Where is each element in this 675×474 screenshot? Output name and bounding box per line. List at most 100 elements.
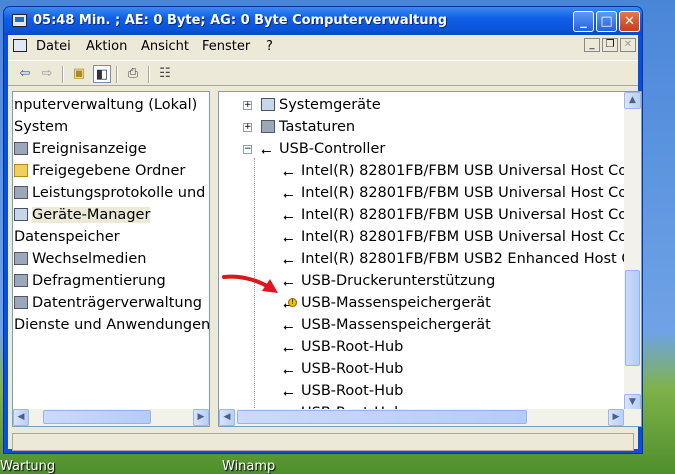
desktop-label-winamp[interactable]: Winamp <box>222 459 275 474</box>
device-item[interactable]: ⭠ Intel(R) 82801FB/FBM USB Universal Host… <box>283 226 633 248</box>
scroll-left-button[interactable]: ◀ <box>13 409 29 426</box>
close-button[interactable]: ✕ <box>619 11 640 32</box>
scroll-thumb[interactable] <box>625 270 640 366</box>
scroll-right-button[interactable]: ▶ <box>193 409 209 426</box>
computer-management-window: 05:48 Min. ; AE: 0 Byte; AG: 0 Byte Comp… <box>3 6 643 454</box>
properties-icon[interactable]: ☷ <box>156 65 174 83</box>
toolbar-separator <box>62 66 64 83</box>
tree-item-computer-management[interactable]: nputerverwaltung (Lokal) <box>14 94 197 116</box>
usb-warning-icon: ⭠! <box>283 295 299 313</box>
toolbar: ⇦ ⇨ ▣ ◧ ⎙ ☷ <box>8 60 638 86</box>
forward-icon[interactable]: ⇨ <box>38 65 56 83</box>
event-viewer-icon <box>14 142 28 155</box>
computer-management-icon <box>12 14 27 27</box>
tree-item-label: Freigegebene Ordner <box>32 163 186 179</box>
keyboard-icon <box>261 120 275 133</box>
device-label: USB-Root-Hub <box>301 361 404 377</box>
scroll-left-button[interactable]: ◀ <box>219 409 235 426</box>
device-label: Intel(R) 82801FB/FBM USB Universal Host … <box>301 185 634 201</box>
up-folder-icon[interactable]: ▣ <box>70 65 88 83</box>
right-horizontal-scrollbar[interactable]: ◀ ▶ <box>219 409 641 426</box>
maximize-button[interactable]: □ <box>596 11 617 32</box>
usb-icon: ⭠ <box>283 188 294 203</box>
toolbar-separator <box>148 66 150 83</box>
left-horizontal-scrollbar[interactable]: ◀ ▶ <box>13 409 209 426</box>
scroll-thumb[interactable] <box>43 410 151 424</box>
device-item[interactable]: ⭠ Intel(R) 82801FB/FBM USB Universal Host… <box>283 160 633 182</box>
device-item[interactable]: ⭠ USB-Root-Hub <box>283 380 403 402</box>
tree-item-event-viewer[interactable]: Ereignisanzeige <box>14 138 147 160</box>
window-body: Datei Aktion Ansicht Fenster ? _ ❐ ✕ ⇦ ⇨… <box>8 35 642 451</box>
device-item-warning[interactable]: ⭠!USB-Massenspeichergerät <box>283 292 491 314</box>
device-label: USB-Controller <box>279 141 386 157</box>
device-label: USB-Massenspeichergerät <box>301 295 491 311</box>
expand-button[interactable]: + <box>243 101 252 110</box>
defrag-icon <box>14 274 28 287</box>
tree-item-label: Geräte-Manager <box>32 207 151 223</box>
tree-item-system[interactable]: System <box>14 116 68 138</box>
disk-management-icon <box>14 296 28 309</box>
device-label: Intel(R) 82801FB/FBM USB2 Enhanced Host … <box>301 251 632 267</box>
menu-fenster[interactable]: Fenster <box>202 39 250 54</box>
tree-item-storage[interactable]: Datenspeicher <box>14 226 120 248</box>
device-category-usb-controller[interactable]: − ⭠ USB-Controller <box>243 138 385 160</box>
tree-item-device-manager[interactable]: Geräte-Manager <box>14 204 151 226</box>
device-item[interactable]: ⭠ Intel(R) 82801FB/FBM USB Universal Host… <box>283 182 633 204</box>
tree-item-performance-logs[interactable]: Leistungsprotokolle und W <box>14 182 209 204</box>
tree-item-shared-folders[interactable]: Freigegebene Ordner <box>14 160 185 182</box>
removable-media-icon <box>14 252 28 265</box>
device-item[interactable]: ⭠ USB-Massenspeichergerät <box>283 314 491 336</box>
scroll-thumb[interactable] <box>237 410 527 424</box>
details-pane[interactable]: + Systemgeräte + Tastaturen − ⭠ USB-Contr… <box>218 91 642 427</box>
console-tree-pane[interactable]: nputerverwaltung (Lokal) System Ereignis… <box>12 91 210 427</box>
mmc-icon[interactable] <box>13 39 27 52</box>
tree-item-disk-management[interactable]: Datenträgerverwaltung <box>14 292 202 314</box>
expand-button[interactable]: + <box>243 123 252 132</box>
device-label: Tastaturen <box>279 119 356 135</box>
device-manager-icon <box>14 208 28 221</box>
device-item[interactable]: ⭠ Intel(R) 82801FB/FBM USB Universal Host… <box>283 204 633 226</box>
device-item[interactable]: ⭠ USB-Druckerunterstützung <box>283 270 495 292</box>
mdi-restore-button[interactable]: ❐ <box>602 38 618 52</box>
device-label: USB-Root-Hub <box>301 383 404 399</box>
minimize-button[interactable]: _ <box>573 11 594 32</box>
print-icon[interactable]: ⎙ <box>124 65 142 83</box>
annotation-arrow <box>222 274 278 293</box>
device-category-tastaturen[interactable]: + Tastaturen <box>243 116 355 138</box>
tree-item-defrag[interactable]: Defragmentierung <box>14 270 166 292</box>
usb-icon: ⭠ <box>283 210 294 225</box>
mdi-minimize-button[interactable]: _ <box>584 38 600 52</box>
tree-item-services-apps[interactable]: Dienste und Anwendungen <box>14 314 210 336</box>
right-vertical-scrollbar[interactable]: ▲ ▼ <box>624 92 641 411</box>
back-icon[interactable]: ⇦ <box>16 65 34 83</box>
scroll-up-button[interactable]: ▲ <box>624 92 641 109</box>
title-bar[interactable]: 05:48 Min. ; AE: 0 Byte; AG: 0 Byte Comp… <box>4 7 642 35</box>
tree-item-label: System <box>14 119 69 135</box>
status-bar <box>12 433 634 451</box>
device-category-systemgeraete[interactable]: + Systemgeräte <box>243 94 381 116</box>
tree-item-label: nputerverwaltung (Lokal) <box>14 97 198 113</box>
desktop-label-wartung[interactable]: Wartung <box>0 459 55 474</box>
device-item[interactable]: ⭠ USB-Root-Hub <box>283 336 403 358</box>
tree-item-label: Defragmentierung <box>32 273 166 289</box>
menu-datei[interactable]: Datei <box>36 39 71 54</box>
device-label: Systemgeräte <box>279 97 381 113</box>
scroll-right-button[interactable]: ▶ <box>608 409 624 426</box>
tree-item-label: Dienste und Anwendungen <box>14 317 210 333</box>
usb-icon: ⭠ <box>283 386 294 401</box>
menu-ansicht[interactable]: Ansicht <box>141 39 189 54</box>
device-item[interactable]: ⭠ Intel(R) 82801FB/FBM USB2 Enhanced Host… <box>283 248 631 270</box>
device-label: USB-Root-Hub <box>301 339 404 355</box>
menu-aktion[interactable]: Aktion <box>86 39 127 54</box>
usb-icon: ⭠ <box>261 144 272 159</box>
toolbar-separator <box>116 66 118 83</box>
device-label: Intel(R) 82801FB/FBM USB Universal Host … <box>301 229 634 245</box>
window-title: 05:48 Min. ; AE: 0 Byte; AG: 0 Byte Comp… <box>33 13 448 28</box>
device-item[interactable]: ⭠ USB-Root-Hub <box>283 358 403 380</box>
collapse-button[interactable]: − <box>243 145 252 154</box>
tree-item-removable-media[interactable]: Wechselmedien <box>14 248 146 270</box>
menu-help[interactable]: ? <box>266 39 273 54</box>
menu-bar: Datei Aktion Ansicht Fenster ? _ ❐ ✕ <box>8 35 638 57</box>
show-tree-icon[interactable]: ◧ <box>93 65 111 83</box>
mdi-close-button[interactable]: ✕ <box>620 38 636 52</box>
